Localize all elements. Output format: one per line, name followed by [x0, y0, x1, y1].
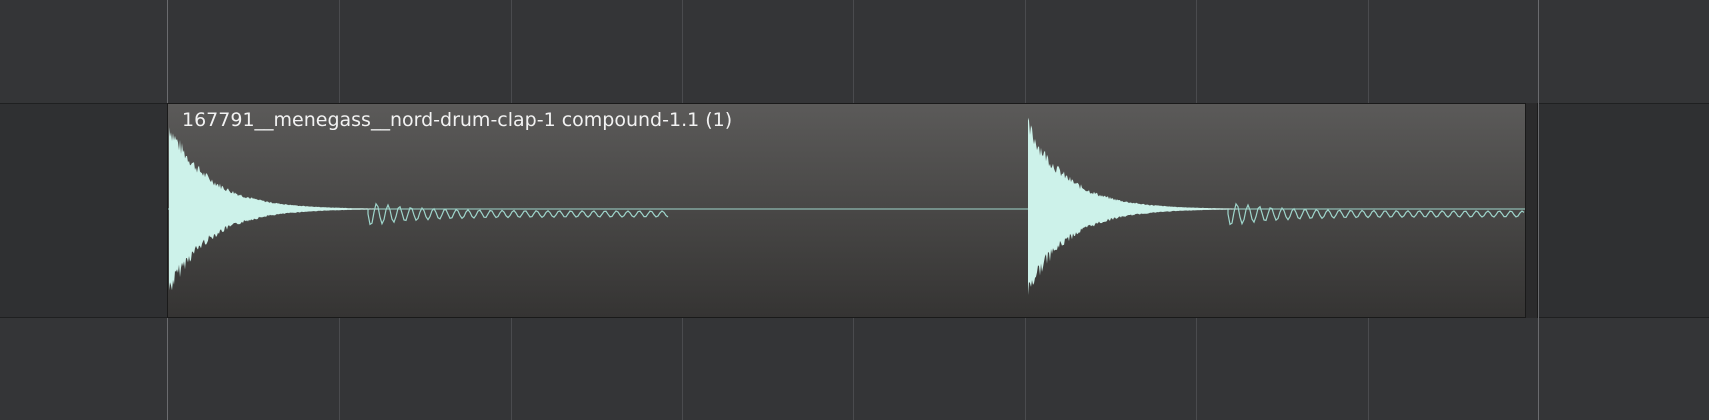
empty-track-lane-top[interactable]: [0, 0, 1709, 103]
audio-region[interactable]: 167791__menegass__nord-drum-clap-1 compo…: [167, 103, 1526, 318]
timeline-gridline: [1538, 0, 1539, 420]
waveform: [168, 117, 1525, 295]
timeline-editor: 167791__menegass__nord-drum-clap-1 compo…: [0, 0, 1709, 420]
waveform-transient: [1028, 117, 1237, 295]
region-trim-handle[interactable]: [1526, 103, 1538, 318]
region-name-label: 167791__menegass__nord-drum-clap-1 compo…: [182, 109, 733, 131]
waveform-tail: [1227, 202, 1525, 226]
waveform-transient: [169, 127, 378, 291]
empty-track-lane-bottom[interactable]: [0, 318, 1709, 420]
waveform-tail: [367, 202, 669, 226]
